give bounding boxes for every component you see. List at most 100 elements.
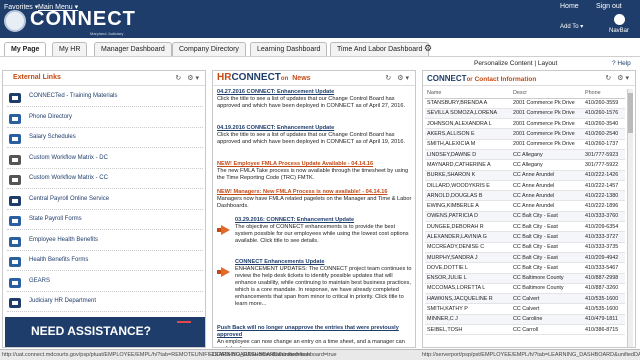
table-row: DOVE,DOTTIE L CC Balt City - East 410/333-… <box>425 262 625 274</box>
cell-phone: 410/479-1811 <box>583 314 625 326</box>
brand-connect: CONNECT <box>231 72 281 83</box>
cell-name: LINDSEY,DAWNE D <box>425 149 511 161</box>
tab-time-and-labor-dashboard[interactable]: Time And Labor Dashboard <box>330 42 430 56</box>
tab-company-directory[interactable]: Company Directory <box>172 42 246 56</box>
link-label: Custom Workflow Matrix - CC <box>29 175 108 181</box>
news-title-link[interactable]: Push Back will no longer unapprove the e… <box>217 325 413 339</box>
news-title-link[interactable]: NEW! Employee FMLA Process Update Availa… <box>217 161 413 168</box>
table-row: DUNGEE,DEBORAH R CC Balt City - East 410/2… <box>425 221 625 233</box>
table-row: STANSBURY,BRENDA A 2001 Commerce Pk Drive… <box>425 98 625 109</box>
link-label: State Payroll Forms <box>29 216 82 222</box>
tab-my-hr[interactable]: My HR <box>52 42 88 56</box>
news-title-link[interactable]: NEW! Managers: New FMLA Process is now a… <box>217 189 413 196</box>
cell-name: MINNER,C J <box>425 314 511 326</box>
table-row: AKERS,ALLISON E 2001 Commerce Pk Drive 410… <box>425 128 625 140</box>
cell-phone: 410/209-6354 <box>583 221 625 233</box>
link-item[interactable]: State Payroll Forms <box>7 212 203 230</box>
news-item: NEW! Employee FMLA Process Update Availa… <box>217 161 413 182</box>
divider <box>7 188 203 189</box>
org-chart-icon <box>7 173 23 187</box>
cell-descr: CC Balt City - East <box>511 242 583 253</box>
cell-descr: CC Balt City - East <box>511 252 583 264</box>
pagelet-header: CONNECTor Contact Information ↻ ⚙▾ <box>423 71 635 86</box>
book-icon <box>7 91 23 105</box>
column-header-phone[interactable]: Phone <box>583 89 625 99</box>
cell-name: MAYNARD,CATHERINE A <box>425 159 511 171</box>
cell-name: MCCREADY,DENISE C <box>425 242 511 253</box>
add-to-menu[interactable]: Add To ▾ <box>560 23 583 30</box>
tab-my-page[interactable]: My Page <box>4 42 47 56</box>
table-row: EWING,KIMBERLE A CC Anne Arundel 410/222-1… <box>425 200 625 212</box>
cell-descr: 2001 Commerce Pk Drive <box>511 98 583 109</box>
news-title-link[interactable]: 03.29.2016: CONNECT: Enhancement Update <box>235 217 413 224</box>
cell-phone: 410/209-4942 <box>583 252 625 264</box>
tab-learning-dashboard[interactable]: Learning Dashboard <box>250 42 328 56</box>
link-label: Salary Schedules <box>29 134 76 140</box>
column-header-name[interactable]: Name <box>425 89 511 99</box>
news-body-text: Managers now have FMLA related pagelets … <box>217 196 412 209</box>
cell-phone: 410/386-8715 <box>583 324 625 336</box>
link-item[interactable]: Judiciary HR Department <box>7 294 203 312</box>
personalize-link[interactable]: Personalize Content | Layout <box>474 60 557 67</box>
link-item[interactable]: Salary Schedules <box>7 130 203 148</box>
link-item[interactable]: Health Benefits Forms <box>7 253 203 271</box>
pagelet-controls-icon[interactable]: ↻ ⚙▾ <box>175 74 201 82</box>
pagelet-controls-icon[interactable]: ↻ ⚙▾ <box>385 74 411 82</box>
pagelet-controls-icon[interactable]: ↻ ⚙▾ <box>605 74 631 82</box>
link-label: Judiciary HR Department <box>29 298 97 304</box>
news-title-link[interactable]: CONNECT Enhancements Update <box>235 259 413 266</box>
cell-name: SEVILLA SOMOZA,LORENA <box>425 108 511 120</box>
cell-descr: 2001 Commerce Pk Drive <box>511 139 583 150</box>
contact-brand: CONNECTor Contact Information <box>427 74 536 83</box>
pagelet-title: External Links <box>13 74 61 81</box>
brand-on: on <box>280 76 289 82</box>
cell-phone: 410/333-3735 <box>583 242 625 253</box>
money-icon <box>7 132 23 146</box>
link-item[interactable]: Custom Workflow Matrix - DC <box>7 151 203 169</box>
sign-out-link[interactable]: Sign out <box>596 3 622 10</box>
link-item[interactable]: Central Payroll Online Service <box>7 192 203 210</box>
news-body-text: The objective of CONNECT enhancements is… <box>235 224 409 244</box>
news-title-link[interactable]: 04.27.2016 CONNECT: Enhancement Update <box>217 89 413 96</box>
navbar-button[interactable]: NavBar <box>601 14 637 36</box>
cell-phone: 410/222-1380 <box>583 190 625 202</box>
navbar-compass-icon <box>613 14 625 25</box>
connect-logo[interactable]: CONNECT Maryland Judiciary <box>4 8 162 36</box>
link-item[interactable]: Phone Directory <box>7 110 203 128</box>
payroll-icon <box>7 194 23 208</box>
need-assistance-banner[interactable]: NEED ASSISTANCE? <box>5 317 205 347</box>
table-row: ENSOR,JULIE L CC Baltimore County 410/887-… <box>425 273 625 284</box>
table-row: MCCREADY,DENISE C CC Balt City - East 410/… <box>425 242 625 253</box>
cell-descr: 2001 Commerce Pk Drive <box>511 128 583 140</box>
cell-descr: 2001 Commerce Pk Drive <box>511 108 583 120</box>
table-row: DILLARD,WOODYKRIS E CC Anne Arundel 410/22… <box>425 180 625 192</box>
cell-phone: 410/333-5467 <box>583 262 625 274</box>
cell-descr: CC Baltimore County <box>511 273 583 284</box>
link-item[interactable]: GEARS <box>7 274 203 292</box>
table-row: ALEXANDER,LAVINIA G CC Balt City - East 41… <box>425 231 625 243</box>
cell-name: HAWKINS,JACQUELINE R <box>425 293 511 305</box>
scrollbar-thumb[interactable] <box>628 93 633 133</box>
link-item[interactable]: Custom Workflow Matrix - CC <box>7 171 203 189</box>
home-link[interactable]: Home <box>560 3 579 10</box>
contact-scrollbar[interactable] <box>627 89 633 347</box>
news-title-link[interactable]: 04.19.2016 CONNECT: Enhancement Update <box>217 125 413 132</box>
link-label: Health Benefits Forms <box>29 257 89 263</box>
news-body-text: Click the title to see a list of updates… <box>217 96 406 109</box>
cell-name: SMITH,KATHY P <box>425 303 511 315</box>
news-body-text: ENHANCEMENT UPDATES: The CONNECT project… <box>235 266 412 307</box>
document-icon <box>7 255 23 269</box>
table-row: MURPHY,SANDRA J CC Balt City - East 410/20… <box>425 252 625 264</box>
cell-name: DUNGEE,DEBORAH R <box>425 221 511 233</box>
org-chart-icon <box>7 153 23 167</box>
link-item[interactable]: CONNECTed - Training Materials <box>7 89 203 107</box>
table-row: MCCOMAS,LORETTA L CC Baltimore County 410/… <box>425 283 625 295</box>
table-row: LINDSEY,DAWNE D CC Allegany 301/777-5923 <box>425 149 625 161</box>
help-link[interactable]: ? Help <box>612 60 631 67</box>
gear-icon[interactable]: ⚙ <box>424 43 432 54</box>
column-header-descr[interactable]: Descr <box>511 89 583 99</box>
link-item[interactable]: Employee Health Benefits <box>7 233 203 251</box>
tab-manager-dashboard[interactable]: Manager Dashboard <box>94 42 172 56</box>
divider <box>7 290 203 292</box>
logo-subtitle: Maryland Judiciary <box>90 31 124 36</box>
